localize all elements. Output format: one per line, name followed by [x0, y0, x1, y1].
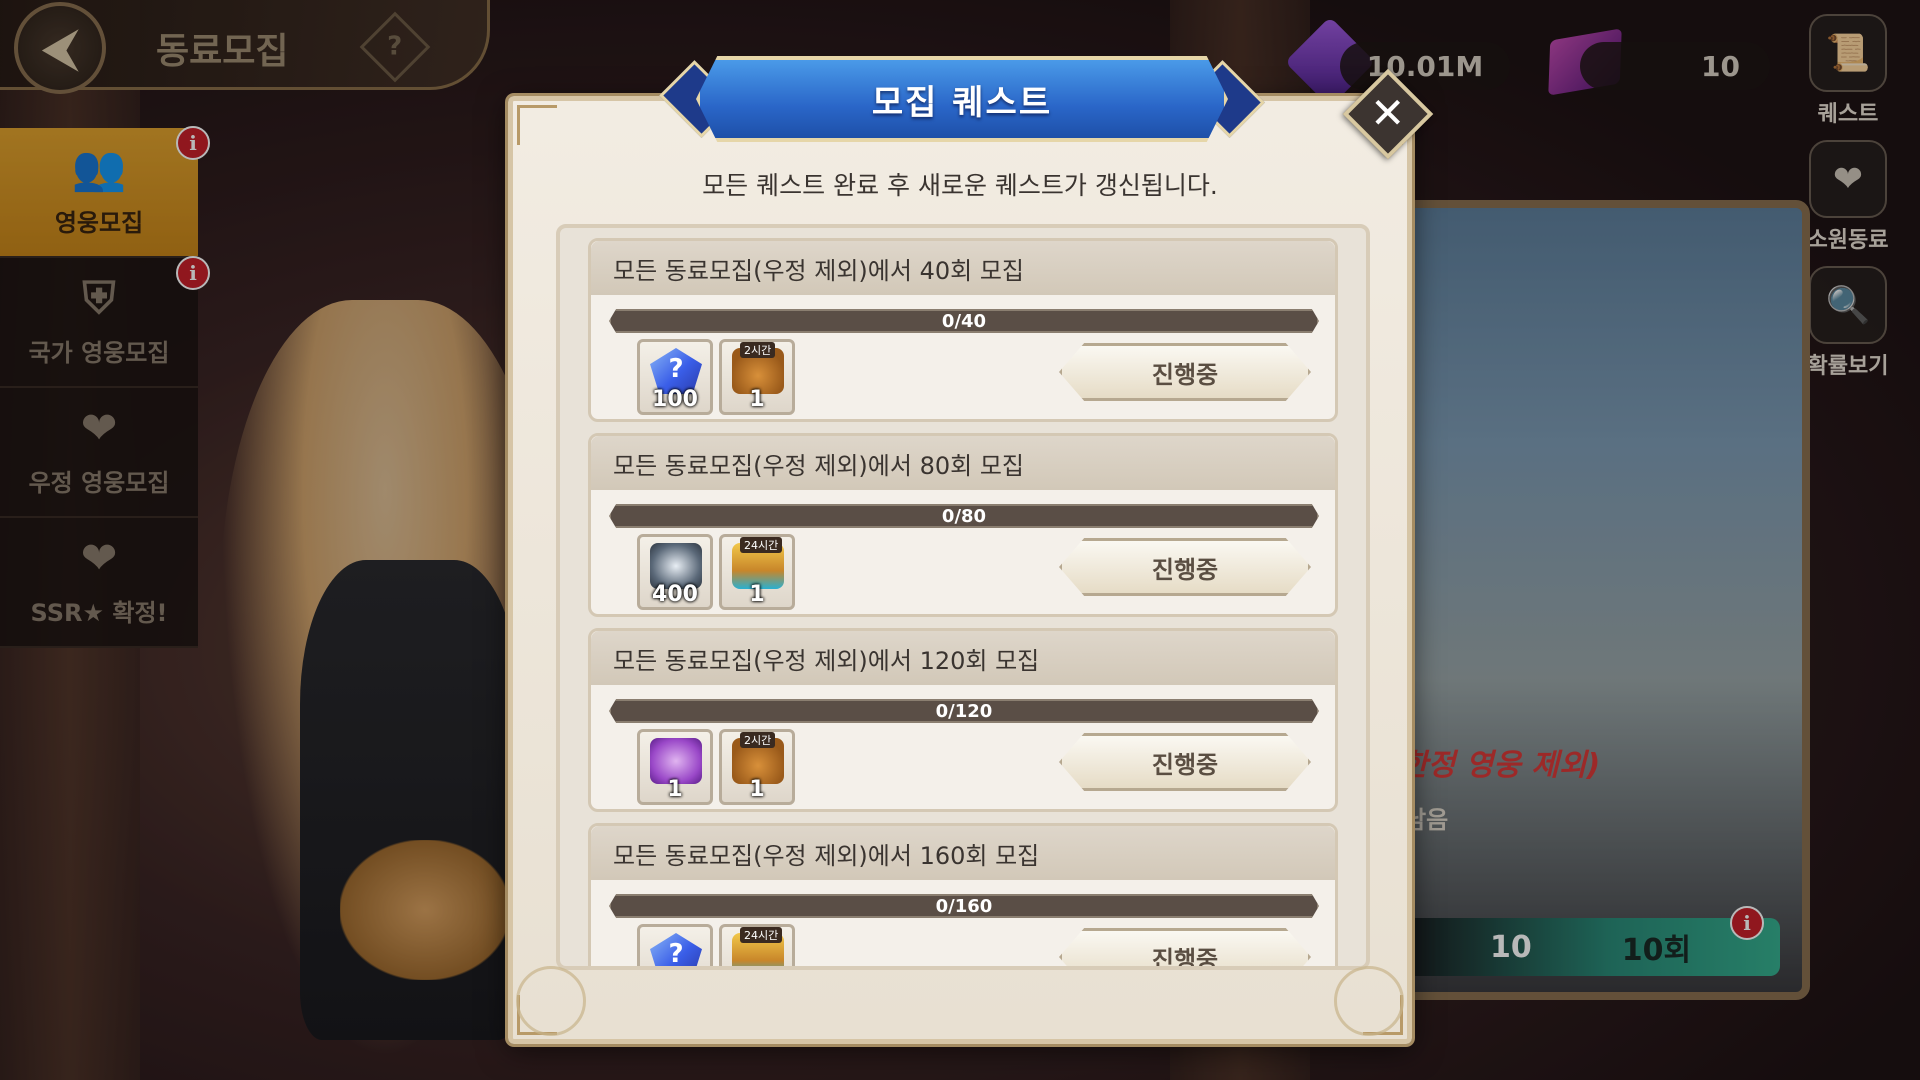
progress-bar: 0/120	[609, 699, 1319, 723]
quest-description-text: 모든 동료모집(우정 제외)에서 160회 모집	[613, 841, 1040, 870]
quest-description-text: 모든 동료모집(우정 제외)에서 40회 모집	[613, 256, 1024, 285]
quest-description: 모든 동료모집(우정 제외)에서 160회 모집	[591, 826, 1335, 880]
in-progress-label: 진행중	[1151, 360, 1219, 389]
reward-slot[interactable]: 24시간 1	[719, 534, 795, 610]
in-progress-label: 진행중	[1151, 945, 1219, 970]
quest-description: 모든 동료모집(우정 제외)에서 40회 모집	[591, 241, 1335, 295]
quest-card: 모든 동료모집(우정 제외)에서 40회 모집 0/40 100 2시간 1 진행중	[588, 238, 1338, 422]
duration-tag: 2시간	[740, 732, 776, 748]
quest-list[interactable]: 모든 동료모집(우정 제외)에서 40회 모집0/401002시간1진행중모든 …	[556, 224, 1370, 970]
reward-slot[interactable]: 100	[637, 339, 713, 415]
quest-description: 모든 동료모집(우정 제외)에서 120회 모집	[591, 631, 1335, 685]
mystery-crystal-icon	[650, 933, 702, 966]
close-icon: ✕	[1370, 88, 1406, 138]
reward-count: 1	[667, 777, 683, 802]
corner-flourish	[1334, 966, 1404, 1036]
duration-tag: 24시간	[740, 927, 783, 943]
progress-text: 0/80	[941, 505, 987, 527]
modal-title-banner: 모집 퀘스트	[696, 56, 1228, 142]
in-progress-label: 진행중	[1151, 555, 1219, 584]
progress-text: 0/40	[941, 310, 987, 332]
in-progress-button[interactable]: 진행중	[1059, 928, 1311, 970]
quest-card: 모든 동료모집(우정 제외)에서 120회 모집 0/120 1 2시간 1 진행중	[588, 628, 1338, 812]
corner-flourish	[516, 966, 586, 1036]
reward-slot[interactable]: 400	[637, 534, 713, 610]
in-progress-button[interactable]: 진행중	[1059, 343, 1311, 401]
quest-description-text: 모든 동료모집(우정 제외)에서 120회 모집	[613, 646, 1040, 675]
quest-card: 모든 동료모집(우정 제외)에서 80회 모집 0/80 400 24시간 1 진행중	[588, 433, 1338, 617]
reward-count: 1	[749, 777, 765, 802]
reward-slot[interactable]	[637, 924, 713, 966]
reward-count: 1	[749, 387, 765, 412]
reward-count: 1	[749, 582, 765, 607]
quest-description: 모든 동료모집(우정 제외)에서 80회 모집	[591, 436, 1335, 490]
in-progress-button[interactable]: 진행중	[1059, 538, 1311, 596]
reward-count: 400	[652, 582, 698, 607]
progress-text: 0/160	[935, 895, 993, 917]
quest-card: 모든 동료모집(우정 제외)에서 160회 모집 0/160 24시간진행중	[588, 823, 1338, 970]
in-progress-button[interactable]: 진행중	[1059, 733, 1311, 791]
in-progress-label: 진행중	[1151, 750, 1219, 779]
reward-slot[interactable]: 2시간 1	[719, 339, 795, 415]
modal-title: 모집 퀘스트	[871, 82, 1053, 123]
progress-bar: 0/80	[609, 504, 1319, 528]
reward-count: 100	[652, 387, 698, 412]
duration-tag: 24시간	[740, 537, 783, 553]
modal-subtitle: 모든 퀘스트 완료 후 새로운 퀘스트가 갱신됩니다.	[702, 171, 1218, 200]
quest-description-text: 모든 동료모집(우정 제외)에서 80회 모집	[613, 451, 1024, 480]
progress-bar: 0/40	[609, 309, 1319, 333]
duration-tag: 2시간	[740, 342, 776, 358]
progress-text: 0/120	[935, 700, 993, 722]
progress-bar: 0/160	[609, 894, 1319, 918]
reward-slot[interactable]: 1	[637, 729, 713, 805]
reward-slot[interactable]: 2시간 1	[719, 729, 795, 805]
corner-ornament	[517, 105, 557, 145]
reward-slot[interactable]: 24시간	[719, 924, 795, 966]
